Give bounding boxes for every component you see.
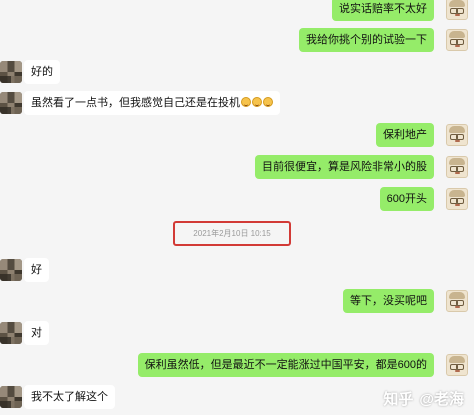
message-row: 等下，没买呢吧 <box>0 286 474 316</box>
pixelated-avatar[interactable] <box>0 61 22 83</box>
message-bubble[interactable]: 保利地产 <box>376 123 434 147</box>
message-row: 保利虽然低，但是最近不一定能涨过中国平安，都是600的 <box>0 350 474 380</box>
message-bubble[interactable]: 说实话赔率不太好 <box>332 0 434 21</box>
watermark-at: @ <box>419 391 434 408</box>
face-avatar[interactable] <box>446 188 468 210</box>
timestamp-highlight: 2021年2月10日 10:15 <box>173 221 291 246</box>
message-bubble[interactable]: 保利虽然低，但是最近不一定能涨过中国平安，都是600的 <box>137 353 434 377</box>
message-bubble[interactable]: 600开头 <box>379 187 434 211</box>
zhihu-watermark: 知乎 @老海 <box>383 388 464 409</box>
message-bubble[interactable]: 好的 <box>24 60 60 84</box>
message-bubble[interactable]: 我给你挑个别的试验一下 <box>299 28 434 52</box>
message-row: 好的 <box>0 57 474 87</box>
grimace-emoji-icon <box>252 97 262 107</box>
message-row: 对 <box>0 318 474 348</box>
message-bubble[interactable]: 等下，没买呢吧 <box>343 289 434 313</box>
face-avatar[interactable] <box>446 29 468 51</box>
face-avatar[interactable] <box>446 156 468 178</box>
message-bubble[interactable]: 对 <box>24 321 49 345</box>
chat-window: 说实话赔率不太好 我给你挑个别的试验一下 好的 虽然看了一点书，但我感觉自己还是… <box>0 0 474 415</box>
message-row: 我给你挑个别的试验一下 <box>0 25 474 55</box>
message-row: 保利地产 <box>0 120 474 150</box>
pixelated-avatar[interactable] <box>0 386 22 408</box>
pixelated-avatar[interactable] <box>0 322 22 344</box>
face-avatar[interactable] <box>446 0 468 20</box>
message-row: 虽然看了一点书，但我感觉自己还是在投机 <box>0 88 474 118</box>
face-avatar[interactable] <box>446 354 468 376</box>
message-row: 600开头 <box>0 184 474 214</box>
face-avatar[interactable] <box>446 124 468 146</box>
message-text: 虽然看了一点书，但我感觉自己还是在投机 <box>31 97 240 109</box>
message-bubble[interactable]: 虽然看了一点书，但我感觉自己还是在投机 <box>24 91 280 115</box>
timestamp: 2021年2月10日 10:15 <box>193 229 271 238</box>
pixelated-avatar[interactable] <box>0 259 22 281</box>
message-bubble[interactable]: 我不太了解这个 <box>24 385 115 409</box>
message-row: 好 <box>0 255 474 285</box>
grimace-emoji-icon <box>263 97 273 107</box>
watermark-platform: 知乎 <box>383 391 414 408</box>
pixelated-avatar[interactable] <box>0 92 22 114</box>
message-bubble[interactable]: 好 <box>24 258 49 282</box>
message-bubble[interactable]: 目前很便宜，算是风险非常小的股 <box>255 155 434 179</box>
message-row: 说实话赔率不太好 <box>0 0 474 24</box>
message-row: 目前很便宜，算是风险非常小的股 <box>0 152 474 182</box>
watermark-author: 老海 <box>433 391 464 408</box>
grimace-emoji-icon <box>241 97 251 107</box>
face-avatar[interactable] <box>446 290 468 312</box>
